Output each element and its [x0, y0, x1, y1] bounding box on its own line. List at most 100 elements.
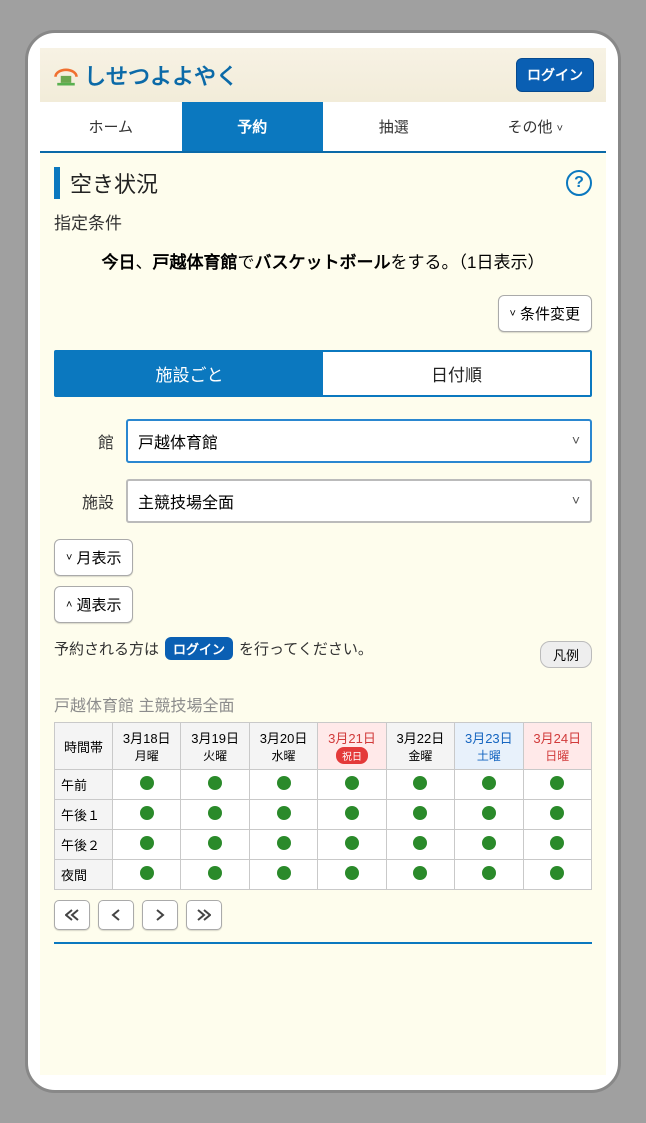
pager-last[interactable]	[186, 900, 222, 930]
available-icon	[482, 836, 496, 850]
tab-by-date[interactable]: 日付順	[323, 352, 590, 395]
date-header: 3月19日火曜	[181, 723, 249, 770]
table-row: 午後２	[55, 830, 592, 860]
availability-cell[interactable]	[113, 800, 181, 830]
availability-table: 時間帯 3月18日月曜3月19日火曜3月20日水曜3月21日祝日3月22日金曜3…	[54, 722, 592, 890]
availability-cell[interactable]	[249, 860, 317, 890]
time-header: 時間帯	[55, 723, 113, 770]
availability-cell[interactable]	[318, 830, 386, 860]
available-icon	[413, 836, 427, 850]
available-icon	[140, 836, 154, 850]
available-icon	[140, 806, 154, 820]
footer-divider	[54, 942, 592, 944]
availability-cell[interactable]	[113, 860, 181, 890]
availability-cell[interactable]	[523, 800, 591, 830]
available-icon	[277, 836, 291, 850]
available-icon	[140, 866, 154, 880]
available-icon	[208, 866, 222, 880]
availability-cell[interactable]	[455, 770, 523, 800]
screen: しせつよよやく ログイン ホーム 予約 抽選 その他 ˅ 空き状況 ? 指定条件…	[40, 48, 606, 1075]
available-icon	[413, 806, 427, 820]
availability-cell[interactable]	[386, 770, 454, 800]
facility-select[interactable]: 主競技場全面	[126, 479, 592, 523]
brand-text: しせつよよやく	[84, 59, 238, 91]
chevron-up-icon: ˄	[66, 599, 72, 611]
availability-cell[interactable]	[181, 830, 249, 860]
availability-cell[interactable]	[113, 770, 181, 800]
pager-prev[interactable]	[98, 900, 134, 930]
building-select-value: 戸越体育館	[138, 435, 218, 452]
availability-cell[interactable]	[318, 800, 386, 830]
availability-cell[interactable]	[455, 800, 523, 830]
table-row: 午後１	[55, 800, 592, 830]
table-row: 夜間	[55, 860, 592, 890]
date-header: 3月20日水曜	[249, 723, 317, 770]
available-icon	[345, 836, 359, 850]
header: しせつよよやく ログイン	[40, 48, 606, 102]
building-select[interactable]: 戸越体育館	[126, 419, 592, 463]
login-note: 予約される方は ログイン を行ってください。	[54, 637, 373, 660]
availability-cell[interactable]	[318, 860, 386, 890]
legend-button[interactable]: 凡例	[540, 641, 592, 668]
available-icon	[208, 776, 222, 790]
tab-by-facility[interactable]: 施設ごと	[56, 352, 323, 395]
availability-cell[interactable]	[523, 830, 591, 860]
available-icon	[208, 836, 222, 850]
available-icon	[550, 776, 564, 790]
pager-next[interactable]	[142, 900, 178, 930]
device-frame: しせつよよやく ログイン ホーム 予約 抽選 その他 ˅ 空き状況 ? 指定条件…	[25, 30, 621, 1093]
facility-label: 施設	[54, 489, 114, 513]
criteria-building: 戸越体育館	[153, 253, 238, 272]
available-icon	[277, 776, 291, 790]
availability-cell[interactable]	[181, 860, 249, 890]
available-icon	[413, 776, 427, 790]
nav-reserve[interactable]: 予約	[182, 102, 324, 151]
view-tabs: 施設ごと 日付順	[54, 350, 592, 397]
pager-first[interactable]	[54, 900, 90, 930]
available-icon	[277, 866, 291, 880]
date-header: 3月18日月曜	[113, 723, 181, 770]
month-view-button[interactable]: ˅ 月表示	[54, 539, 133, 576]
building-label: 館	[54, 429, 114, 453]
available-icon	[482, 776, 496, 790]
change-conditions-button[interactable]: ˅ 条件変更	[498, 295, 592, 332]
chevron-down-icon: ˅	[66, 552, 72, 564]
availability-cell[interactable]	[181, 770, 249, 800]
available-icon	[482, 866, 496, 880]
available-icon	[550, 836, 564, 850]
availability-cell[interactable]	[523, 860, 591, 890]
nav-other-label: その他	[507, 119, 552, 136]
availability-cell[interactable]	[455, 830, 523, 860]
available-icon	[277, 806, 291, 820]
nav-lottery[interactable]: 抽選	[323, 102, 465, 151]
date-header: 3月24日日曜	[523, 723, 591, 770]
date-header: 3月23日土曜	[455, 723, 523, 770]
table-title: 戸越体育館 主競技場全面	[54, 692, 592, 716]
time-slot-label: 夜間	[55, 860, 113, 890]
nav-home[interactable]: ホーム	[40, 102, 182, 151]
available-icon	[345, 776, 359, 790]
availability-cell[interactable]	[249, 770, 317, 800]
criteria-activity: バスケットボール	[255, 253, 391, 272]
availability-cell[interactable]	[249, 830, 317, 860]
availability-cell[interactable]	[386, 830, 454, 860]
availability-cell[interactable]	[523, 770, 591, 800]
availability-cell[interactable]	[113, 830, 181, 860]
criteria-day: 今日	[102, 253, 136, 272]
criteria-text: 今日、戸越体育館でバスケットボールをする。（1日表示）	[54, 248, 592, 273]
available-icon	[345, 806, 359, 820]
availability-cell[interactable]	[249, 800, 317, 830]
login-button[interactable]: ログイン	[516, 58, 594, 92]
availability-cell[interactable]	[181, 800, 249, 830]
availability-cell[interactable]	[318, 770, 386, 800]
inline-login-button[interactable]: ログイン	[165, 637, 233, 660]
date-header: 3月21日祝日	[318, 723, 386, 770]
availability-cell[interactable]	[455, 860, 523, 890]
availability-cell[interactable]	[386, 860, 454, 890]
nav-other[interactable]: その他 ˅	[465, 102, 607, 151]
time-slot-label: 午後２	[55, 830, 113, 860]
availability-cell[interactable]	[386, 800, 454, 830]
brand-icon	[52, 61, 80, 89]
week-view-button[interactable]: ˄ 週表示	[54, 586, 133, 623]
help-icon[interactable]: ?	[566, 170, 592, 196]
